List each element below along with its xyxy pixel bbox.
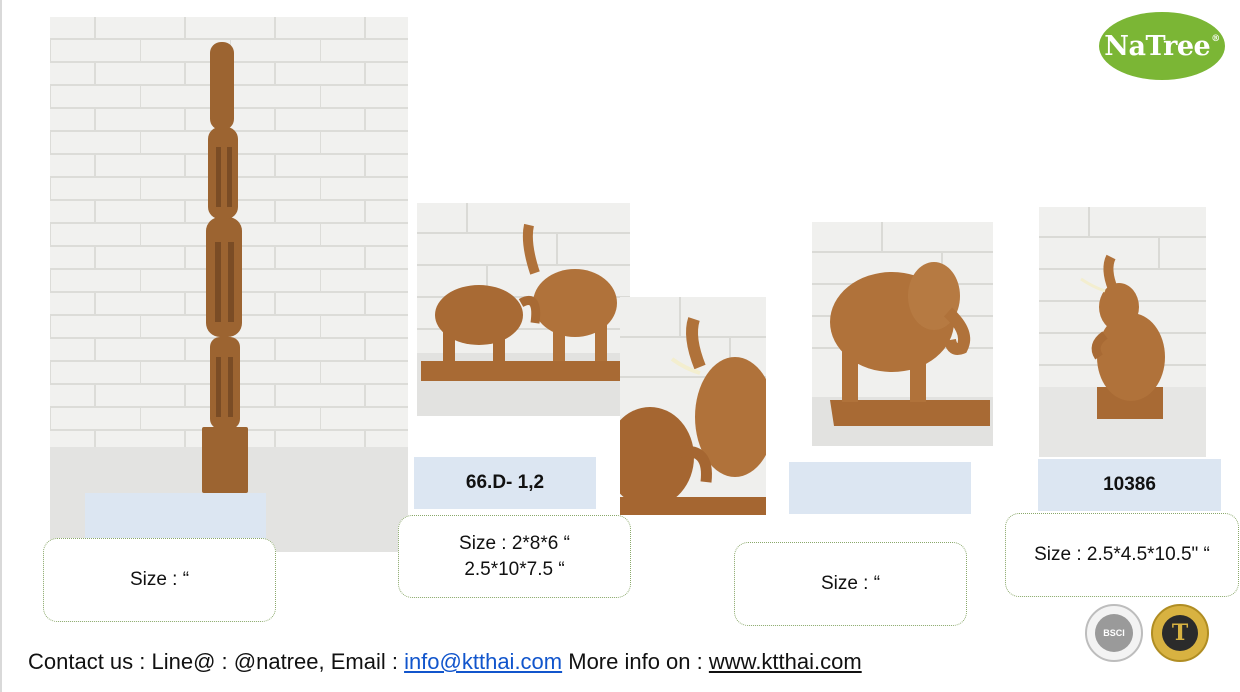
contact-prefix: Contact us : Line@ : @natree, Email : (28, 649, 405, 674)
product-photo-detail (620, 297, 766, 515)
bsci-badge-label: BSCI (1095, 614, 1133, 652)
left-border (0, 0, 2, 692)
product-photo-single-elephant (812, 222, 993, 446)
product-size: Size : “ (820, 573, 881, 594)
website-link[interactable]: www.ktthai.com (709, 649, 862, 674)
product-code: 66.D- 1,2 (465, 472, 545, 493)
product-size-box: Size : “ (43, 538, 276, 622)
natree-logo: NaTree ® (1099, 12, 1225, 80)
product-photo-two-elephants (417, 203, 630, 416)
product-code: 10386 (1103, 474, 1156, 495)
product-code-box: 66.D- 1,2 (414, 457, 596, 509)
contact-footer: Contact us : Line@ : @natree, Email : in… (28, 649, 862, 675)
product-size: Size : 2.5*4.5*10.5" “ (1034, 544, 1210, 565)
trust-mark-letter: T (1162, 615, 1198, 651)
product-size-box: Size : 2*8*6 “ 2.5*10*7.5 “ (398, 515, 631, 598)
product-photo-stacked-elephants (50, 17, 408, 552)
registered-mark: ® (1211, 34, 1220, 44)
product-photo-upright-elephant (1039, 207, 1206, 457)
thailand-trust-mark-badge: T (1151, 604, 1209, 662)
product-size-line-2: 2.5*10*7.5 “ (464, 558, 565, 580)
product-size-box: Size : 2.5*4.5*10.5" “ (1005, 513, 1239, 597)
logo-text: NaTree (1104, 30, 1211, 62)
product-size-line-1: Size : 2*8*6 “ (459, 532, 570, 554)
bsci-badge: BSCI (1085, 604, 1143, 662)
more-info-label: More info on : (562, 649, 709, 674)
product-code-box: 10386 (1038, 459, 1221, 511)
product-code-box (789, 462, 971, 514)
product-size: Size : “ (129, 569, 190, 590)
email-link[interactable]: info@ktthai.com (404, 649, 562, 674)
product-size-box: Size : “ (734, 542, 967, 626)
